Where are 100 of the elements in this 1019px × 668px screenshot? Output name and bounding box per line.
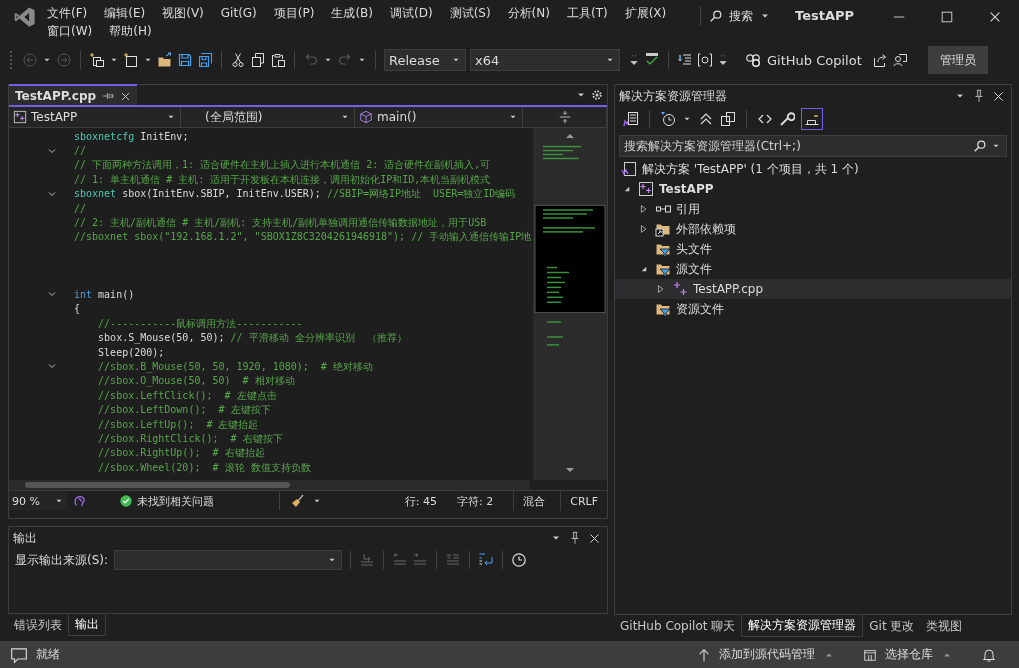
split-icon (557, 110, 572, 124)
menu-item[interactable]: 窗口(W) (40, 22, 100, 40)
settings-icon[interactable] (591, 89, 603, 101)
project-icon (638, 181, 654, 197)
search-button[interactable]: 搜索 (709, 4, 771, 28)
broom-icon[interactable] (290, 493, 306, 509)
tree-item[interactable]: TestAPP (615, 179, 1011, 199)
repository-button[interactable]: 选择仓库 (863, 646, 953, 663)
clock-icon[interactable] (511, 552, 528, 568)
code-line: Sleep(200); (97, 345, 165, 359)
save-icon[interactable] (177, 52, 193, 68)
open-folder-icon[interactable] (157, 52, 173, 68)
horizontal-scrollbar[interactable] (9, 480, 530, 490)
arrow-up-icon (697, 647, 711, 662)
line-number: 行: 45 (404, 493, 437, 509)
logo-icon (14, 6, 36, 28)
code-line: // 1: 单主机通信 # 主机: 适用于开发板在本机连接，调用初始化IP和ID,本机当副机模式 (73, 172, 491, 186)
chat-icon[interactable] (10, 645, 28, 664)
minimap-drawing[interactable] (533, 128, 607, 480)
file-tab[interactable]: TestAPP.cpp (9, 84, 138, 106)
menu-item[interactable]: 文件(F) (40, 4, 95, 22)
line-ending[interactable]: CRLF (560, 491, 607, 511)
close-icon[interactable] (992, 89, 1005, 103)
window-title: TestAPP (795, 8, 855, 23)
split-button[interactable] (523, 107, 607, 127)
menu-item[interactable]: 测试(S) (442, 4, 498, 22)
paste-icon[interactable] (270, 52, 286, 68)
menu-item[interactable]: 项目(P) (266, 4, 322, 22)
indent-lines-icon[interactable] (677, 52, 693, 68)
panel-tab[interactable]: 输出 (68, 614, 106, 636)
new-project-icon[interactable] (89, 52, 105, 68)
copilot-icon (745, 52, 761, 68)
code-line: sboxnet sbox(InitEnv.SBIP, InitEnv.USER); //SBIP=网络IP地址 USER=独立ID编码 (73, 187, 516, 201)
menu-item[interactable]: 编辑(E) (97, 4, 153, 22)
panel-tab[interactable]: 类视图 (920, 615, 969, 637)
code-line: //sbox.B_Mouse(50, 50, 1920, 1080); # 绝对移动 (97, 359, 373, 373)
code-line: sbox.S_Mouse(50, 50); // 平滑移动 全分辨率识别 （推荐） (97, 331, 407, 345)
code-line: // 2: 主机/副机通信 # 主机/副机: 支持主机/副机单独调用通信传输数据地址，用于USB (73, 216, 487, 230)
zoom-dropdown[interactable]: 90 % (9, 492, 67, 510)
tree-item[interactable]: 解决方案 'TestAPP' (1 个项目，共 1 个) (615, 159, 1011, 179)
code-line: sboxnetcfg InitEnv; (73, 129, 189, 143)
collapse-icon[interactable] (698, 111, 714, 127)
source-control-button[interactable]: 添加到源代码管理 (697, 646, 835, 663)
wrench-icon[interactable] (779, 111, 795, 127)
column-number: 字符: 2 (457, 493, 494, 509)
share-icon[interactable] (871, 52, 888, 68)
close-icon[interactable] (120, 90, 132, 102)
panel-tab[interactable]: 解决方案资源管理器 (741, 615, 864, 637)
tree-item[interactable]: 资源文件 (615, 299, 1011, 319)
code-line: //sbox.O_Mouse(50, 50) # 相对移动 (97, 374, 295, 388)
cut-icon[interactable] (230, 52, 246, 68)
panel-tab[interactable]: Git 更改 (863, 615, 921, 637)
solution-icon (621, 161, 637, 177)
menu-item[interactable]: Git(G) (213, 4, 264, 22)
panel-title: 解决方案资源管理器 (619, 87, 727, 105)
configuration-dropdown[interactable]: Release (384, 49, 466, 71)
tree-item[interactable]: 头文件 (615, 239, 1011, 259)
search-icon (973, 139, 987, 153)
panel-tab[interactable]: 错误列表 (8, 614, 68, 636)
project-dropdown[interactable]: TestAPP (9, 107, 181, 127)
menu-item[interactable]: 调试(D) (383, 4, 440, 22)
code-line: // 下面两种方法调用，1: 适合硬件在主机上插入进行本机通信 2: 适合硬件在副机插入,可 (73, 158, 491, 172)
history-icon[interactable] (660, 111, 676, 127)
menu-item[interactable]: 扩展(X) (617, 4, 674, 22)
code-line: //-----------鼠标调用方法----------- (97, 316, 303, 330)
pin-icon[interactable] (102, 90, 115, 102)
panel-title: 输出 (13, 529, 37, 547)
menu-item[interactable]: 帮助(H) (102, 22, 159, 40)
code-line: int main() (73, 288, 135, 301)
tree-item[interactable]: 源文件 (615, 259, 1011, 279)
tree-item[interactable]: TestAPP.cpp (615, 279, 1011, 299)
admin-badge[interactable]: 管理员 (927, 46, 988, 74)
new-file-icon[interactable] (123, 52, 139, 68)
tree-item[interactable]: 外部依赖项 (615, 219, 1011, 239)
repository-icon (863, 647, 877, 662)
maximize-icon (940, 10, 954, 24)
code-line: //sbox.RightClick(); # 右键按下 (97, 431, 283, 445)
close-icon (988, 10, 1002, 24)
code-line: //sbox.Wheel(20); # 滚轮 数值支持负数 (97, 460, 311, 474)
word-wrap-icon[interactable] (478, 552, 495, 568)
scope-dropdown[interactable]: (全局范围) (181, 107, 355, 127)
save-all-icon[interactable] (197, 52, 213, 68)
brackets-icon[interactable] (697, 52, 713, 68)
copy-icon[interactable] (720, 111, 736, 127)
indent-mode[interactable]: 混合 (513, 491, 555, 511)
copy-icon[interactable] (250, 52, 266, 68)
menu-item[interactable]: 生成(B) (324, 4, 380, 22)
feedback-icon[interactable] (891, 52, 908, 68)
member-dropdown[interactable]: main() (355, 107, 523, 127)
menu-item[interactable]: 工具(T) (559, 4, 615, 22)
copilot-button[interactable]: GitHub Copilot (745, 52, 862, 68)
bell-icon[interactable] (981, 646, 997, 663)
menu-item[interactable]: 视图(V) (155, 4, 211, 22)
menu-item[interactable]: 分析(N) (500, 4, 557, 22)
platform-dropdown[interactable]: x64 (470, 49, 620, 71)
search-field[interactable]: 搜索解决方案资源管理器(Ctrl+;) (619, 135, 1007, 157)
source-label: 显示输出来源(S): (15, 551, 109, 569)
tree-item[interactable]: 引用 (615, 199, 1011, 219)
close-icon[interactable] (588, 531, 601, 545)
panel-tab[interactable]: GitHub Copilot 聊天 (614, 615, 742, 637)
